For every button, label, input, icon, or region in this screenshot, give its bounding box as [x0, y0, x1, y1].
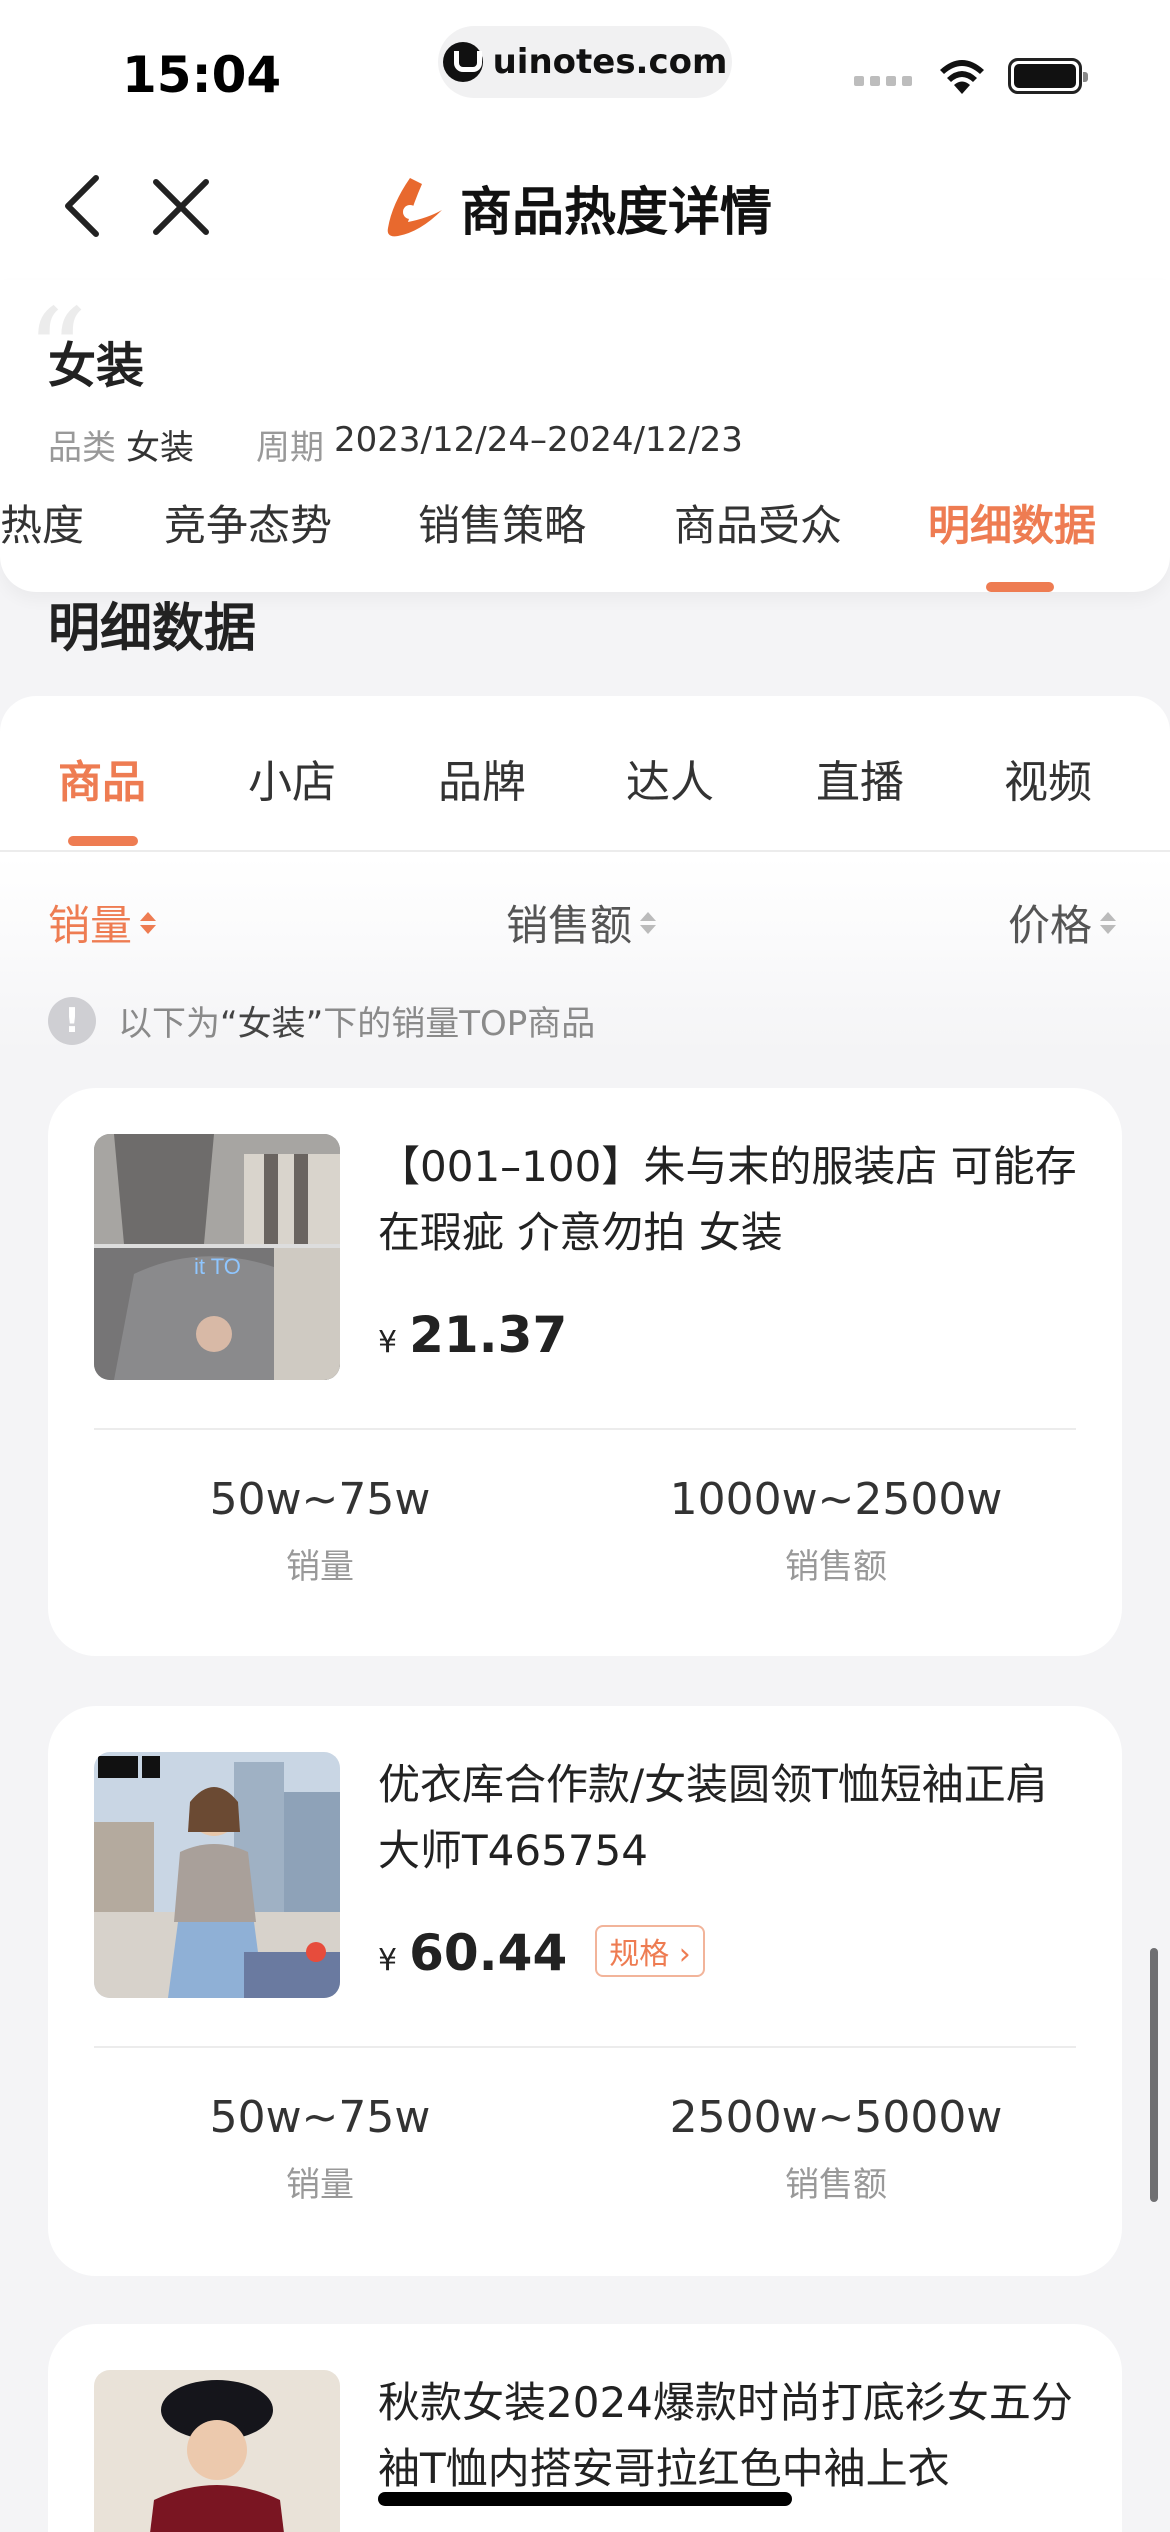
revenue-stat: 2500w~5000w 销售额: [636, 2092, 1036, 2206]
nav-header: 商品热度详情: [0, 130, 1170, 280]
site-icon: [442, 42, 483, 82]
section-title: 明细数据: [48, 599, 257, 659]
tab-heat[interactable]: 热度: [0, 492, 84, 553]
sort-arrows-icon: [1100, 911, 1117, 934]
product-price: ¥ 21.37: [378, 1306, 568, 1364]
sort-arrows-icon: [140, 911, 157, 934]
revenue-value: 2500w~5000w: [669, 2092, 1003, 2143]
divider: [94, 1428, 1076, 1430]
subtab-indicator: [68, 836, 138, 846]
sub-tabs: 商品 小店 品牌 达人 直播 视频: [0, 696, 1170, 852]
sales-stat: 50w~75w 销量: [120, 2092, 520, 2206]
spec-button[interactable]: 规格 ›: [595, 1925, 705, 1977]
subtab-video[interactable]: 视频: [1004, 746, 1092, 810]
period-label: 周期: [256, 428, 324, 468]
tab-audience[interactable]: 商品受众: [674, 492, 842, 553]
product-image: [94, 1752, 340, 1998]
scrollbar[interactable]: [1150, 1948, 1158, 2202]
sales-label: 销量: [286, 2165, 354, 2205]
product-card[interactable]: 优衣库合作款/女装圆领T恤短袖正肩大师T465754 ¥ 60.44 规格 › …: [48, 1706, 1122, 2276]
revenue-stat: 1000w~2500w 销售额: [636, 1474, 1036, 1588]
subtab-influencer[interactable]: 达人: [626, 746, 714, 810]
product-price: ¥ 60.44 规格 ›: [378, 1924, 705, 1983]
product-title: 【001–100】朱与末的服装店 可能存在瑕疵 介意勿拍 女装: [378, 1142, 1077, 1257]
category-info-card: “ 女装 品类 女装 周期 2023/12/24–2024/12/23 热度 竞…: [0, 280, 1170, 592]
wifi-icon: [940, 60, 984, 94]
tab-detail-data[interactable]: 明细数据: [928, 492, 1096, 553]
divider: [94, 2046, 1076, 2048]
sort-by-revenue[interactable]: 销售额: [506, 892, 657, 953]
status-bar: 15:04 uinotes.com: [0, 0, 1170, 130]
period-value: 2023/12/24–2024/12/23: [334, 420, 743, 460]
subtab-shop[interactable]: 小店: [248, 746, 336, 810]
category-value: 女装: [126, 428, 194, 468]
category-meta: 品类 女装 周期 2023/12/24–2024/12/23: [48, 420, 743, 469]
sort-price-label: 价格: [1008, 901, 1093, 950]
subtab-brand[interactable]: 品牌: [438, 746, 526, 810]
notice-text: 以下为“女装”下的销量TOP商品: [118, 1004, 596, 1044]
nav-title-group: 商品热度详情: [380, 170, 772, 245]
sort-revenue-label: 销售额: [506, 901, 633, 950]
sort-by-sales[interactable]: 销量: [48, 892, 157, 953]
chevron-right-icon: ›: [669, 1937, 691, 1972]
product-title: 秋款女装2024爆款时尚打底衫女五分袖T恤内搭安哥拉红色中袖上衣: [378, 2378, 1073, 2493]
page-title: 商品热度详情: [460, 183, 773, 243]
revenue-value: 1000w~2500w: [669, 1474, 1003, 1525]
tab-competition[interactable]: 竞争态势: [164, 492, 332, 553]
revenue-label: 销售额: [785, 1547, 887, 1587]
info-icon: !: [48, 996, 96, 1045]
close-icon[interactable]: [146, 172, 216, 242]
sales-label: 销量: [286, 1547, 354, 1587]
product-card[interactable]: it TO 【001–100】朱与末的服装店 可能存在瑕疵 介意勿拍 女装 ¥ …: [48, 1088, 1122, 1656]
product-image: [94, 2370, 340, 2532]
top-tabs: 热度 竞争态势 销售策略 商品受众 明细数据: [0, 486, 1170, 586]
category-title: 女装: [48, 338, 145, 394]
status-time: 15:04: [122, 46, 282, 104]
top-tab-indicator: [986, 582, 1054, 592]
sales-value: 50w~75w: [209, 1474, 431, 1525]
url-text: uinotes.com: [492, 42, 728, 82]
brand-logo-icon: [387, 177, 442, 236]
tab-sales-strategy[interactable]: 销售策略: [418, 492, 586, 553]
sort-sales-label: 销量: [48, 901, 133, 950]
back-icon[interactable]: [48, 166, 118, 246]
sales-stat: 50w~75w 销量: [120, 1474, 520, 1588]
sort-row: 销量 销售额 价格: [0, 892, 1170, 952]
signal-icon: [854, 76, 912, 86]
url-pill[interactable]: uinotes.com: [438, 26, 732, 98]
revenue-label: 销售额: [785, 2165, 887, 2205]
subtab-product[interactable]: 商品: [58, 746, 146, 810]
sort-arrows-icon: [640, 911, 657, 934]
category-label: 品类: [48, 428, 116, 468]
battery-icon: [1008, 58, 1088, 94]
sort-by-price[interactable]: 价格: [1008, 892, 1117, 953]
subtab-live[interactable]: 直播: [816, 746, 904, 810]
product-image: it TO: [94, 1134, 340, 1380]
home-indicator: [378, 2492, 792, 2506]
notice: ! 以下为“女装”下的销量TOP商品: [48, 996, 595, 1045]
product-title: 优衣库合作款/女装圆领T恤短袖正肩大师T465754: [378, 1760, 1048, 1875]
svg-text:it TO: it TO: [194, 1254, 241, 1279]
sales-value: 50w~75w: [209, 2092, 431, 2143]
